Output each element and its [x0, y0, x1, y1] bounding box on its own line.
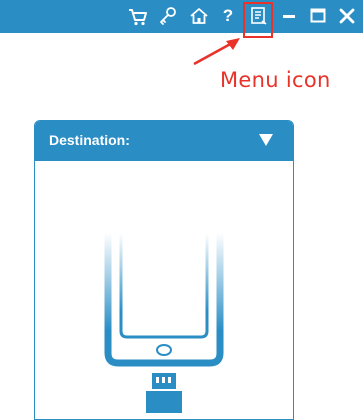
- close-icon[interactable]: [339, 5, 355, 27]
- help-icon[interactable]: ?: [221, 4, 235, 28]
- key-icon[interactable]: [158, 5, 178, 27]
- dropdown-arrow-icon[interactable]: [259, 133, 273, 151]
- title-bar: ?: [0, 0, 363, 33]
- cart-icon[interactable]: [128, 5, 148, 27]
- annotation-label: Menu icon: [220, 68, 331, 92]
- minimize-icon[interactable]: [282, 5, 296, 27]
- destination-panel: Destination:: [34, 120, 294, 420]
- menu-icon-highlight: [243, 2, 273, 38]
- destination-title: Destination:: [49, 132, 130, 148]
- home-icon[interactable]: [189, 5, 209, 27]
- annotation-arrow: [193, 38, 240, 66]
- phone-device-icon: [104, 233, 224, 413]
- destination-header[interactable]: Destination:: [35, 121, 293, 161]
- maximize-icon[interactable]: [310, 5, 326, 27]
